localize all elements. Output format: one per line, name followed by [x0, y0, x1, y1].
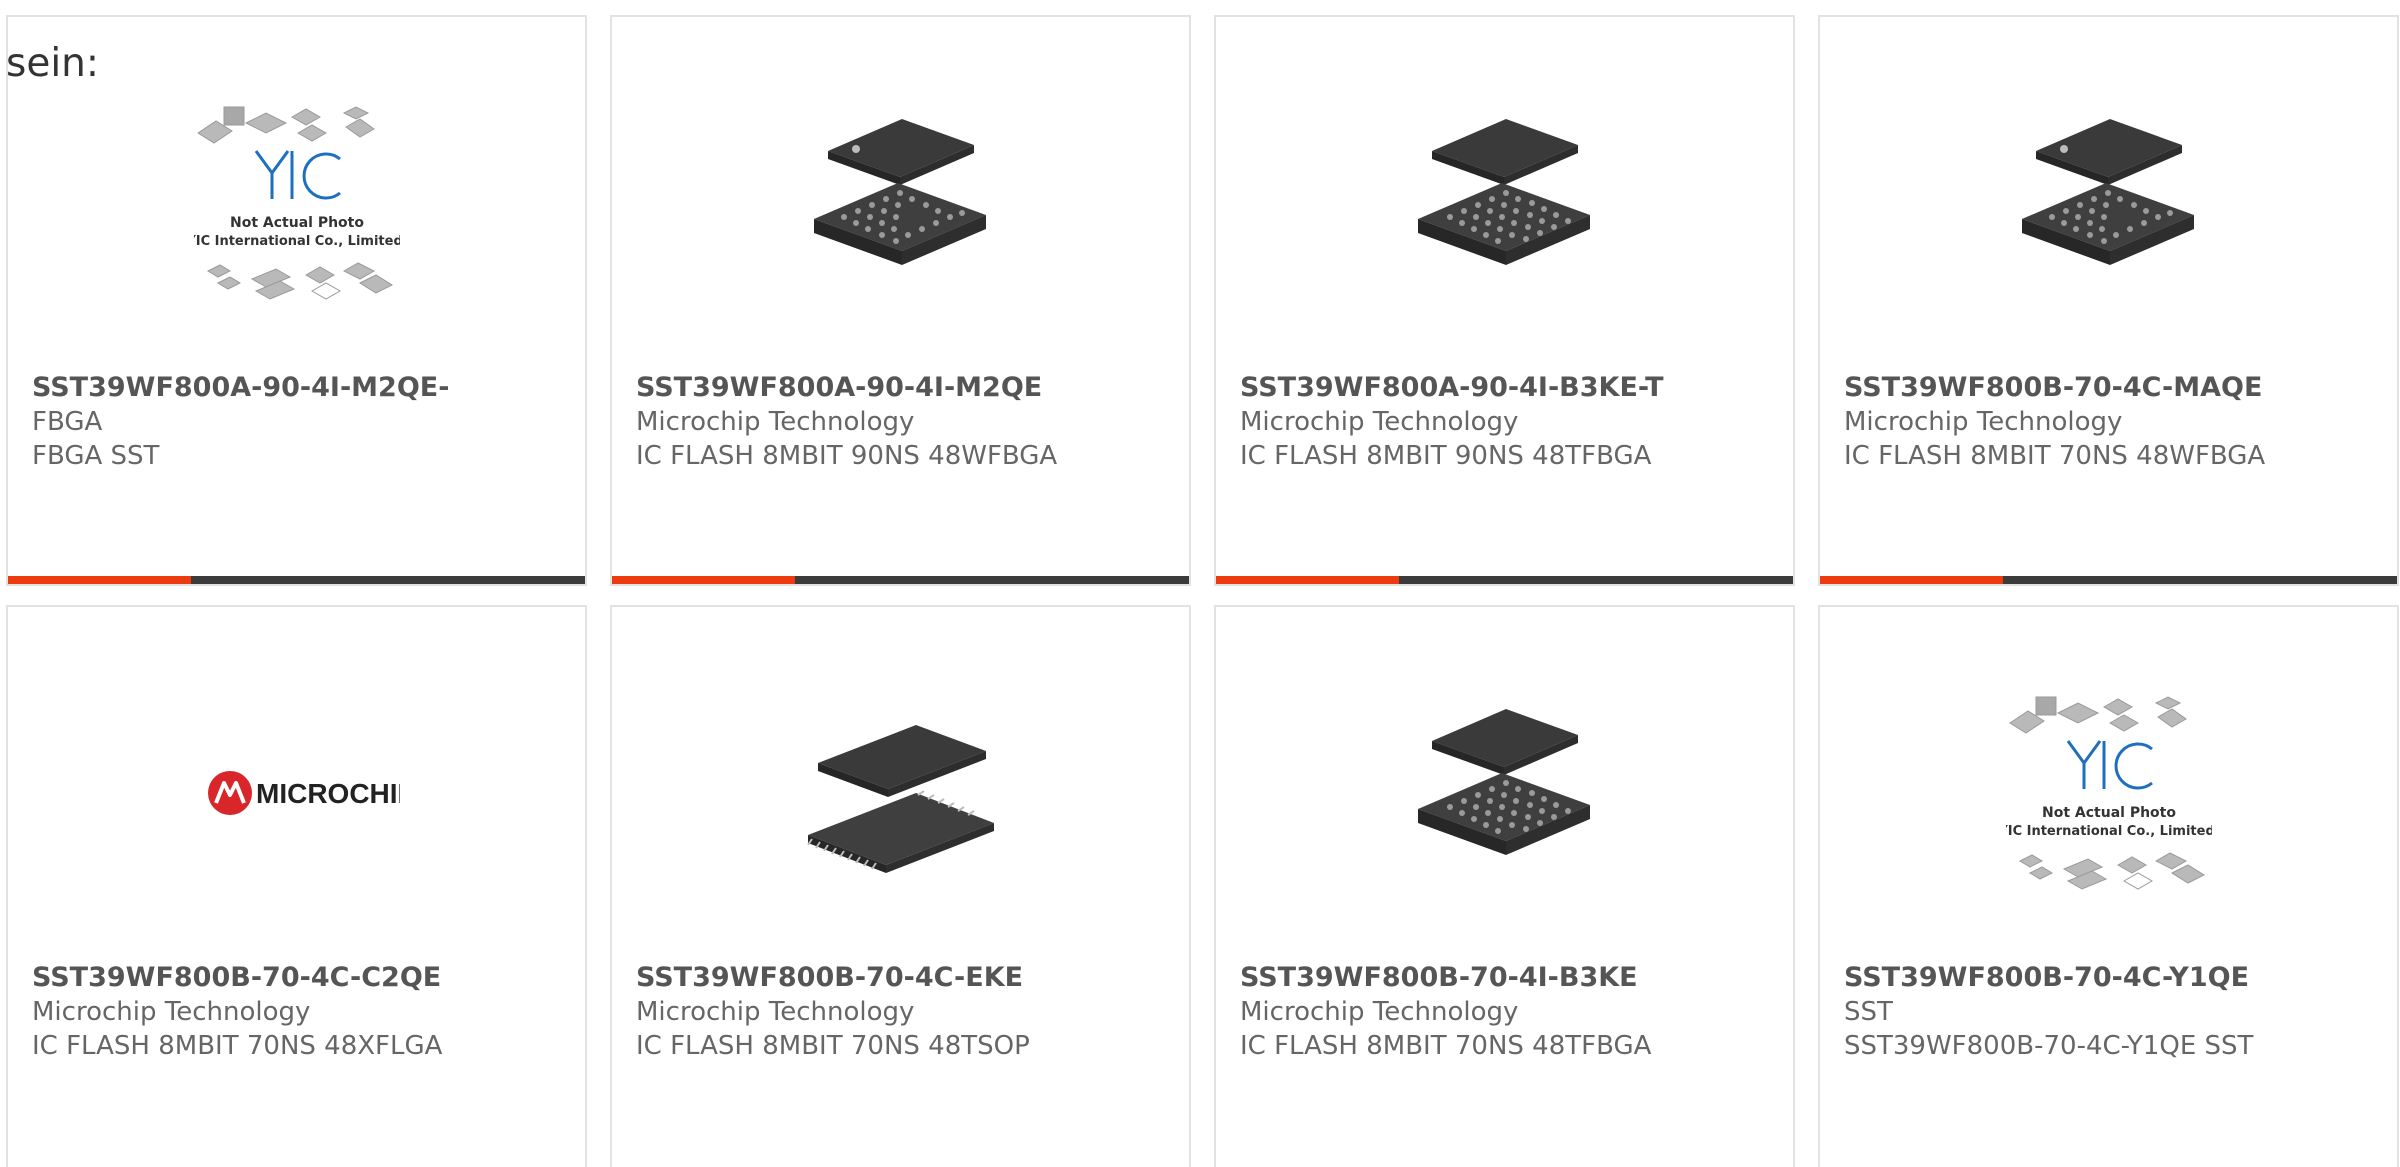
description-label: FBGA SST [32, 441, 160, 471]
description-label: IC FLASH 8MBIT 70NS 48WFBGA [1844, 441, 2266, 471]
part-number-link[interactable]: SST39WF800B-70-4I-B3KE [1240, 961, 1781, 995]
svg-text:Not Actual Photo: Not Actual Photo [230, 215, 364, 231]
description-label: SST39WF800B-70-4C-Y1QE SST [1844, 1031, 2254, 1061]
svg-text:Not Actual Photo: Not Actual Photo [2042, 805, 2176, 821]
card-progress-bar [1820, 576, 2397, 584]
part-number-link[interactable]: SST39WF800A-90-4I-M2QE [636, 371, 1177, 405]
description-label: IC FLASH 8MBIT 70NS 48TFBGA [1240, 1031, 1652, 1061]
product-card[interactable]: SST39WF800B-70-4I-B3KE Microchip Technol… [1214, 605, 1795, 1167]
product-card[interactable]: Not Actual Photo YIC International Co., … [6, 15, 587, 586]
manufacturer-label: Microchip Technology [636, 407, 915, 437]
yic-placeholder-icon: Not Actual Photo YIC International Co., … [2006, 689, 2212, 895]
card-progress-bar [1216, 576, 1793, 584]
product-card[interactable]: SST39WF800B-70-4C-EKE Microchip Technolo… [610, 605, 1191, 1167]
description-label: IC FLASH 8MBIT 90NS 48WFBGA [636, 441, 1058, 471]
intro-text: sein: [6, 41, 100, 86]
product-card[interactable]: Not Actual Photo YIC International Co., … [1818, 605, 2399, 1167]
part-number-link[interactable]: SST39WF800B-70-4C-Y1QE [1844, 961, 2385, 995]
product-card[interactable]: SST39WF800B-70-4C-MAQE Microchip Technol… [1818, 15, 2399, 586]
card-progress-bar [612, 576, 1189, 584]
part-number-link[interactable]: SST39WF800A-90-4I-M2QE- [32, 371, 573, 405]
svg-text:MICROCHIP: MICROCHIP [256, 778, 400, 809]
svg-text:YIC International Co., Limited: YIC International Co., Limited. [194, 234, 400, 249]
product-card[interactable]: MICROCHIP SST39WF800B-70-4C-C2QE Microch… [6, 605, 587, 1167]
card-progress-bar [8, 576, 585, 584]
product-card[interactable]: SST39WF800A-90-4I-B3KE-T Microchip Techn… [1214, 15, 1795, 586]
yic-placeholder-icon: Not Actual Photo YIC International Co., … [194, 99, 400, 305]
manufacturer-label: Microchip Technology [1844, 407, 2123, 437]
product-card[interactable]: SST39WF800A-90-4I-M2QE Microchip Technol… [610, 15, 1191, 586]
description-label: IC FLASH 8MBIT 70NS 48TSOP [636, 1031, 1030, 1061]
bga-chip-icon [2006, 99, 2212, 305]
svg-text:YIC International Co., Limited: YIC International Co., Limited. [2006, 824, 2212, 839]
manufacturer-label: Microchip Technology [32, 997, 311, 1027]
manufacturer-label: Microchip Technology [1240, 997, 1519, 1027]
manufacturer-label: SST [1844, 997, 1893, 1027]
manufacturer-label: Microchip Technology [1240, 407, 1519, 437]
description-label: IC FLASH 8MBIT 90NS 48TFBGA [1240, 441, 1652, 471]
microchip-logo: MICROCHIP [194, 689, 400, 895]
bga-chip-icon [1402, 689, 1608, 895]
manufacturer-label: FBGA [32, 407, 103, 437]
bga-chip-icon [798, 99, 1004, 305]
part-number-link[interactable]: SST39WF800B-70-4C-C2QE [32, 961, 573, 995]
part-number-link[interactable]: SST39WF800A-90-4I-B3KE-T [1240, 371, 1781, 405]
description-label: IC FLASH 8MBIT 70NS 48XFLGA [32, 1031, 443, 1061]
part-number-link[interactable]: SST39WF800B-70-4C-EKE [636, 961, 1177, 995]
product-grid: Not Actual Photo YIC International Co., … [0, 0, 2400, 1167]
part-number-link[interactable]: SST39WF800B-70-4C-MAQE [1844, 371, 2385, 405]
tsop-chip-icon [798, 689, 1004, 895]
bga-chip-icon [1402, 99, 1608, 305]
manufacturer-label: Microchip Technology [636, 997, 915, 1027]
